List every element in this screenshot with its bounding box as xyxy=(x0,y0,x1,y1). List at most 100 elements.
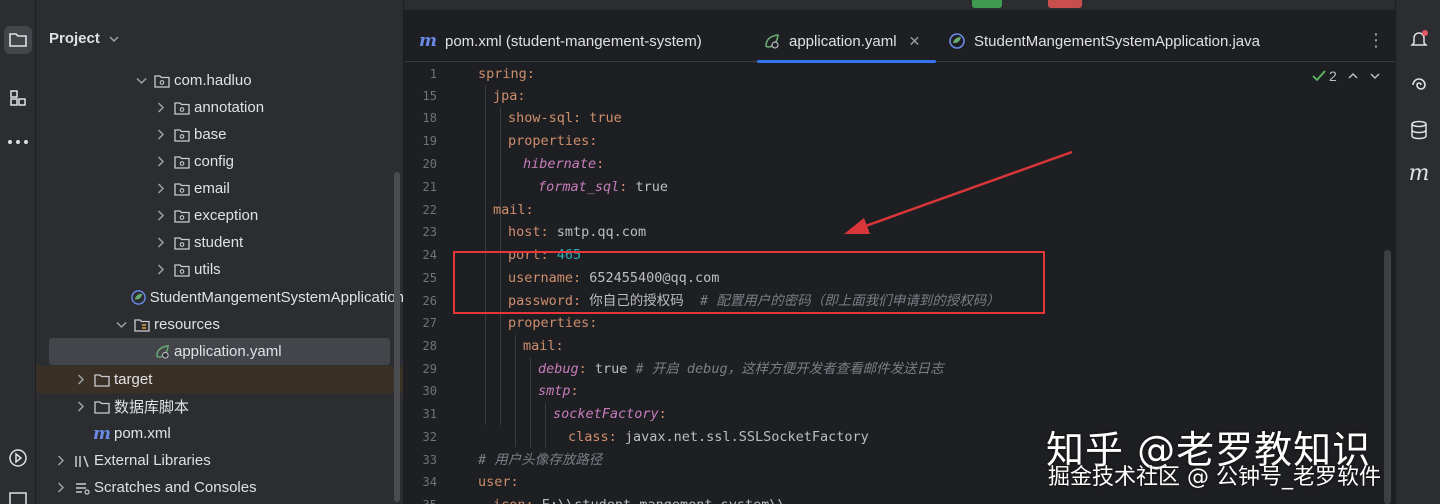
tree-item-config[interactable]: config xyxy=(36,148,403,175)
tree-item-pom-xml[interactable]: m pom.xml xyxy=(36,420,403,447)
tree-item-email[interactable]: email xyxy=(36,175,403,202)
tree-item-utils[interactable]: utils xyxy=(36,256,403,283)
chevron-right-icon[interactable] xyxy=(154,101,168,115)
chevron-down-icon[interactable] xyxy=(114,318,128,332)
code-line[interactable]: password: 你自己的授权码 # 配置用户的密码（即上面我们申请到的授权码… xyxy=(508,290,1000,312)
code-line[interactable]: format_sql: true xyxy=(538,176,668,198)
code-line[interactable]: port: 465 xyxy=(508,244,581,266)
tree-item-label: External Libraries xyxy=(94,452,211,469)
code-line[interactable]: class: javax.net.ssl.SSLSocketFactory xyxy=(568,426,869,448)
code-token: show-sql: true xyxy=(508,110,622,126)
more-tools-icon[interactable] xyxy=(4,128,32,156)
chevron-down-icon[interactable] xyxy=(1369,72,1381,80)
project-panel-header[interactable]: Project xyxy=(49,30,120,47)
tree-item-label: Scratches and Consoles xyxy=(94,479,257,496)
chevron-down-icon[interactable] xyxy=(134,74,148,88)
line-number: 23 xyxy=(422,225,437,239)
editor-tab-bar: m pom.xml (student-mangement-system) app… xyxy=(405,20,1395,63)
tree-item-label: target xyxy=(114,371,153,388)
services-tool-icon[interactable] xyxy=(4,444,32,472)
code-line[interactable]: user: xyxy=(478,471,519,493)
code-token: : xyxy=(578,361,595,377)
tree-item-application-yaml[interactable]: application.yaml xyxy=(49,338,390,365)
tree-item-annotation[interactable]: annotation xyxy=(36,94,403,121)
tree-item-scratches-and-consoles[interactable]: Scratches and Consoles xyxy=(36,474,403,501)
code-line[interactable]: spring: xyxy=(478,63,535,85)
chevron-right-icon[interactable] xyxy=(154,182,168,196)
code-line[interactable]: jpa: xyxy=(493,85,526,107)
code-line[interactable]: debug: true # 开启 debug，这样方便开发者查看邮件发送日志 xyxy=(538,358,944,380)
chevron-up-icon[interactable] xyxy=(1347,72,1359,80)
tab-pom-xml[interactable]: m pom.xml (student-mangement-system) xyxy=(419,20,702,62)
code-line[interactable]: hibernate: xyxy=(523,153,604,175)
stop-button[interactable] xyxy=(1048,0,1082,8)
tree-item-studentmangementsystemapplication[interactable]: StudentMangementSystemApplication xyxy=(36,284,403,311)
code-token: true xyxy=(635,179,669,195)
code-line[interactable]: smtp: xyxy=(538,380,579,402)
left-tool-strip xyxy=(0,0,36,504)
code-line[interactable]: mail: xyxy=(493,199,534,221)
code-line[interactable]: show-sql: true xyxy=(508,107,622,129)
code-token: # 开启 debug，这样方便开发者查看邮件发送日志 xyxy=(635,361,944,377)
package-icon xyxy=(173,262,191,278)
tree-item-student[interactable]: student xyxy=(36,229,403,256)
run-button[interactable] xyxy=(972,0,1002,8)
chevron-right-icon[interactable] xyxy=(154,155,168,169)
tab-options-icon[interactable]: ⋮ xyxy=(1367,30,1385,51)
chevron-right-icon[interactable] xyxy=(74,400,88,414)
line-number: 25 xyxy=(422,271,437,285)
editor-scrollbar[interactable] xyxy=(1384,250,1391,504)
chevron-right-icon[interactable] xyxy=(154,263,168,277)
close-icon[interactable]: ✕ xyxy=(909,33,921,50)
tab-application-yaml[interactable]: application.yaml ✕ xyxy=(756,20,937,63)
tree-item-base[interactable]: base xyxy=(36,121,403,148)
project-tool-icon[interactable] xyxy=(4,26,32,54)
chevron-right-icon[interactable] xyxy=(154,209,168,223)
scratches-icon xyxy=(73,480,91,496)
code-token: socketFactory xyxy=(553,406,659,422)
code-line[interactable]: properties: xyxy=(508,130,597,152)
code-line[interactable]: username: 652455400@qq.com xyxy=(508,267,719,289)
right-tool-strip: m xyxy=(1395,0,1440,504)
chevron-right-icon[interactable] xyxy=(154,128,168,142)
inspection-widget[interactable]: 2 xyxy=(1312,68,1381,84)
project-scrollbar[interactable] xyxy=(394,172,400,502)
tree-item-exception[interactable]: exception xyxy=(36,202,403,229)
tree-item-resources[interactable]: resources xyxy=(36,311,403,338)
chevron-right-icon[interactable] xyxy=(154,236,168,250)
tree-item-external-libraries[interactable]: External Libraries xyxy=(36,447,403,474)
inspection-count: 2 xyxy=(1329,68,1337,84)
code-line[interactable]: socketFactory: xyxy=(553,403,667,425)
maven-tool-icon[interactable]: m xyxy=(1406,160,1432,186)
package-icon xyxy=(173,127,191,143)
spring-leaf-icon xyxy=(765,34,779,49)
database-icon[interactable] xyxy=(1406,117,1432,143)
structure-tool-icon[interactable] xyxy=(4,84,32,112)
terminal-tool-icon[interactable] xyxy=(4,484,32,504)
code-line[interactable]: host: smtp.qq.com xyxy=(508,221,646,243)
spring-class-icon xyxy=(949,33,965,49)
code-token: password: xyxy=(508,293,590,309)
inspection-status[interactable]: 2 xyxy=(1312,68,1337,84)
ai-assistant-icon[interactable] xyxy=(1406,72,1432,98)
code-token: format_sql xyxy=(538,179,620,195)
notifications-icon[interactable] xyxy=(1406,26,1432,52)
chevron-right-icon[interactable] xyxy=(54,481,68,495)
code-token: # 配置用户的密码（即上面我们申请到的授权码） xyxy=(700,293,1000,309)
tree-item-target[interactable]: target xyxy=(36,366,403,393)
tab-application-java[interactable]: StudentMangementSystemApplication.java xyxy=(948,20,1260,62)
chevron-right-icon[interactable] xyxy=(54,454,68,468)
code-line[interactable]: properties: xyxy=(508,312,597,334)
code-line[interactable]: icon: E:\\student-mangement-system\\ xyxy=(493,494,786,504)
line-number: 27 xyxy=(422,316,437,330)
code-token: mail: xyxy=(493,202,534,218)
line-number: 29 xyxy=(422,362,437,376)
tree-item-com-hadluo[interactable]: com.hadluo xyxy=(36,67,403,94)
line-number: 19 xyxy=(422,134,437,148)
line-number: 35 xyxy=(423,498,437,504)
code-line[interactable]: # 用户头像存放路径 xyxy=(478,449,602,471)
code-token: javax.net.ssl.SSLSocketFactory xyxy=(624,429,869,445)
tree-item-[interactable]: 数据库脚本 xyxy=(36,393,403,420)
code-line[interactable]: mail: xyxy=(523,335,564,357)
chevron-right-icon[interactable] xyxy=(74,373,88,387)
